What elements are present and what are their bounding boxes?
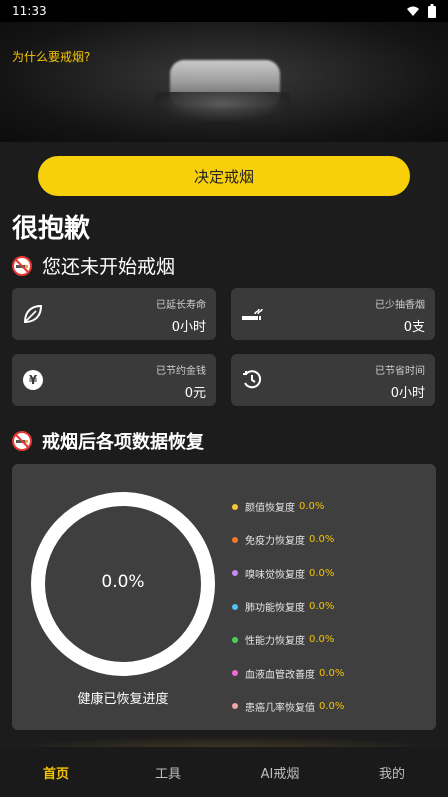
stat-label: 已延长寿命: [156, 300, 206, 311]
legend-label: 嗅味觉恢复度: [245, 569, 305, 581]
legend-label: 免疫力恢复度: [245, 536, 305, 548]
tab-mine[interactable]: 我的: [336, 763, 448, 782]
no-smoking-icon: [12, 255, 32, 276]
ash-image: [155, 92, 290, 122]
recovery-panel: 0.0% 健康已恢复进度 颜值恢复度 0.0% 免疫力恢复度 0.0% 嗅味觉恢…: [12, 464, 436, 730]
stat-label: 已节约金钱: [156, 366, 206, 377]
legend-value: 0.0%: [319, 700, 345, 712]
legend-value: 0.0%: [309, 534, 335, 546]
legend-item: 嗅味觉恢复度 0.0%: [232, 557, 432, 590]
legend-value: 0.0%: [309, 601, 335, 613]
why-quit-link[interactable]: 为什么要戒烟?: [12, 48, 90, 65]
legend-item: 性能力恢复度 0.0%: [232, 623, 432, 656]
recovery-progress-caption: 健康已恢复进度: [77, 692, 169, 707]
recovery-title: 戒烟后各项数据恢复: [42, 432, 204, 453]
legend-item: 颜值恢复度 0.0%: [232, 490, 432, 523]
stat-value: 0小时: [171, 320, 206, 335]
tab-home[interactable]: 首页: [0, 763, 112, 782]
headline: 很抱歉: [12, 214, 91, 244]
legend-dot: [232, 603, 238, 610]
stat-card-cigarettes[interactable]: 已少抽香烟 0支: [231, 288, 435, 340]
legend-dot: [232, 536, 238, 543]
stat-value: 0小时: [390, 386, 425, 401]
no-smoking-icon: [12, 431, 32, 451]
legend-item: 免疫力恢复度 0.0%: [232, 523, 432, 556]
stat-value: 0元: [184, 386, 206, 401]
legend-item: 患癌几率恢复值 0.0%: [232, 690, 432, 723]
bottom-tab-bar: 首页 工具 AI戒烟 我的: [0, 747, 448, 797]
legend-item: 血液血管改善度 0.0%: [232, 656, 432, 689]
tab-tools[interactable]: 工具: [112, 763, 224, 782]
status-bar: 11:33: [0, 0, 448, 22]
recovery-section-title: 戒烟后各项数据恢复: [12, 428, 204, 454]
legend-label: 肺功能恢复度: [245, 603, 305, 615]
status-time: 11:33: [12, 4, 47, 18]
decide-quit-button[interactable]: 决定戒烟: [38, 156, 410, 196]
legend-dot: [232, 703, 238, 710]
stat-value: 0支: [403, 320, 425, 335]
battery-icon: [428, 4, 436, 18]
status-message: 您还未开始戒烟: [42, 256, 176, 278]
recovery-legend: 颜值恢复度 0.0% 免疫力恢复度 0.0% 嗅味觉恢复度 0.0% 肺功能恢复…: [232, 490, 432, 723]
tab-ai-quit[interactable]: AI戒烟: [224, 763, 336, 782]
legend-label: 患癌几率恢复值: [245, 702, 315, 714]
legend-label: 性能力恢复度: [245, 636, 305, 648]
legend-dot: [232, 670, 238, 677]
hero-banner: 为什么要戒烟?: [0, 22, 448, 142]
legend-dot: [232, 503, 238, 510]
cigarette-icon: [242, 308, 263, 320]
recovery-progress-value: 0.0%: [101, 572, 145, 592]
legend-dot: [232, 570, 238, 577]
money-icon: ¥: [23, 370, 43, 390]
leaf-icon: [23, 304, 43, 324]
stat-card-time[interactable]: 已节省时间 0小时: [231, 354, 435, 406]
wifi-icon: [407, 6, 419, 16]
stat-card-money[interactable]: ¥ 已节约金钱 0元: [12, 354, 216, 406]
clock-icon: [243, 370, 262, 389]
legend-dot: [232, 636, 238, 643]
stat-label: 已节省时间: [375, 366, 425, 377]
legend-item: 肺功能恢复度 0.0%: [232, 590, 432, 623]
legend-label: 血液血管改善度: [245, 669, 315, 681]
legend-value: 0.0%: [309, 567, 335, 579]
stat-label: 已少抽香烟: [375, 300, 425, 311]
legend-value: 0.0%: [309, 634, 335, 646]
legend-value: 0.0%: [319, 667, 345, 679]
stat-card-life[interactable]: 已延长寿命 0小时: [12, 288, 216, 340]
legend-label: 颜值恢复度: [245, 503, 295, 515]
svg-text:¥: ¥: [29, 373, 38, 387]
legend-value: 0.0%: [299, 501, 325, 513]
quit-status: 您还未开始戒烟: [12, 252, 175, 279]
